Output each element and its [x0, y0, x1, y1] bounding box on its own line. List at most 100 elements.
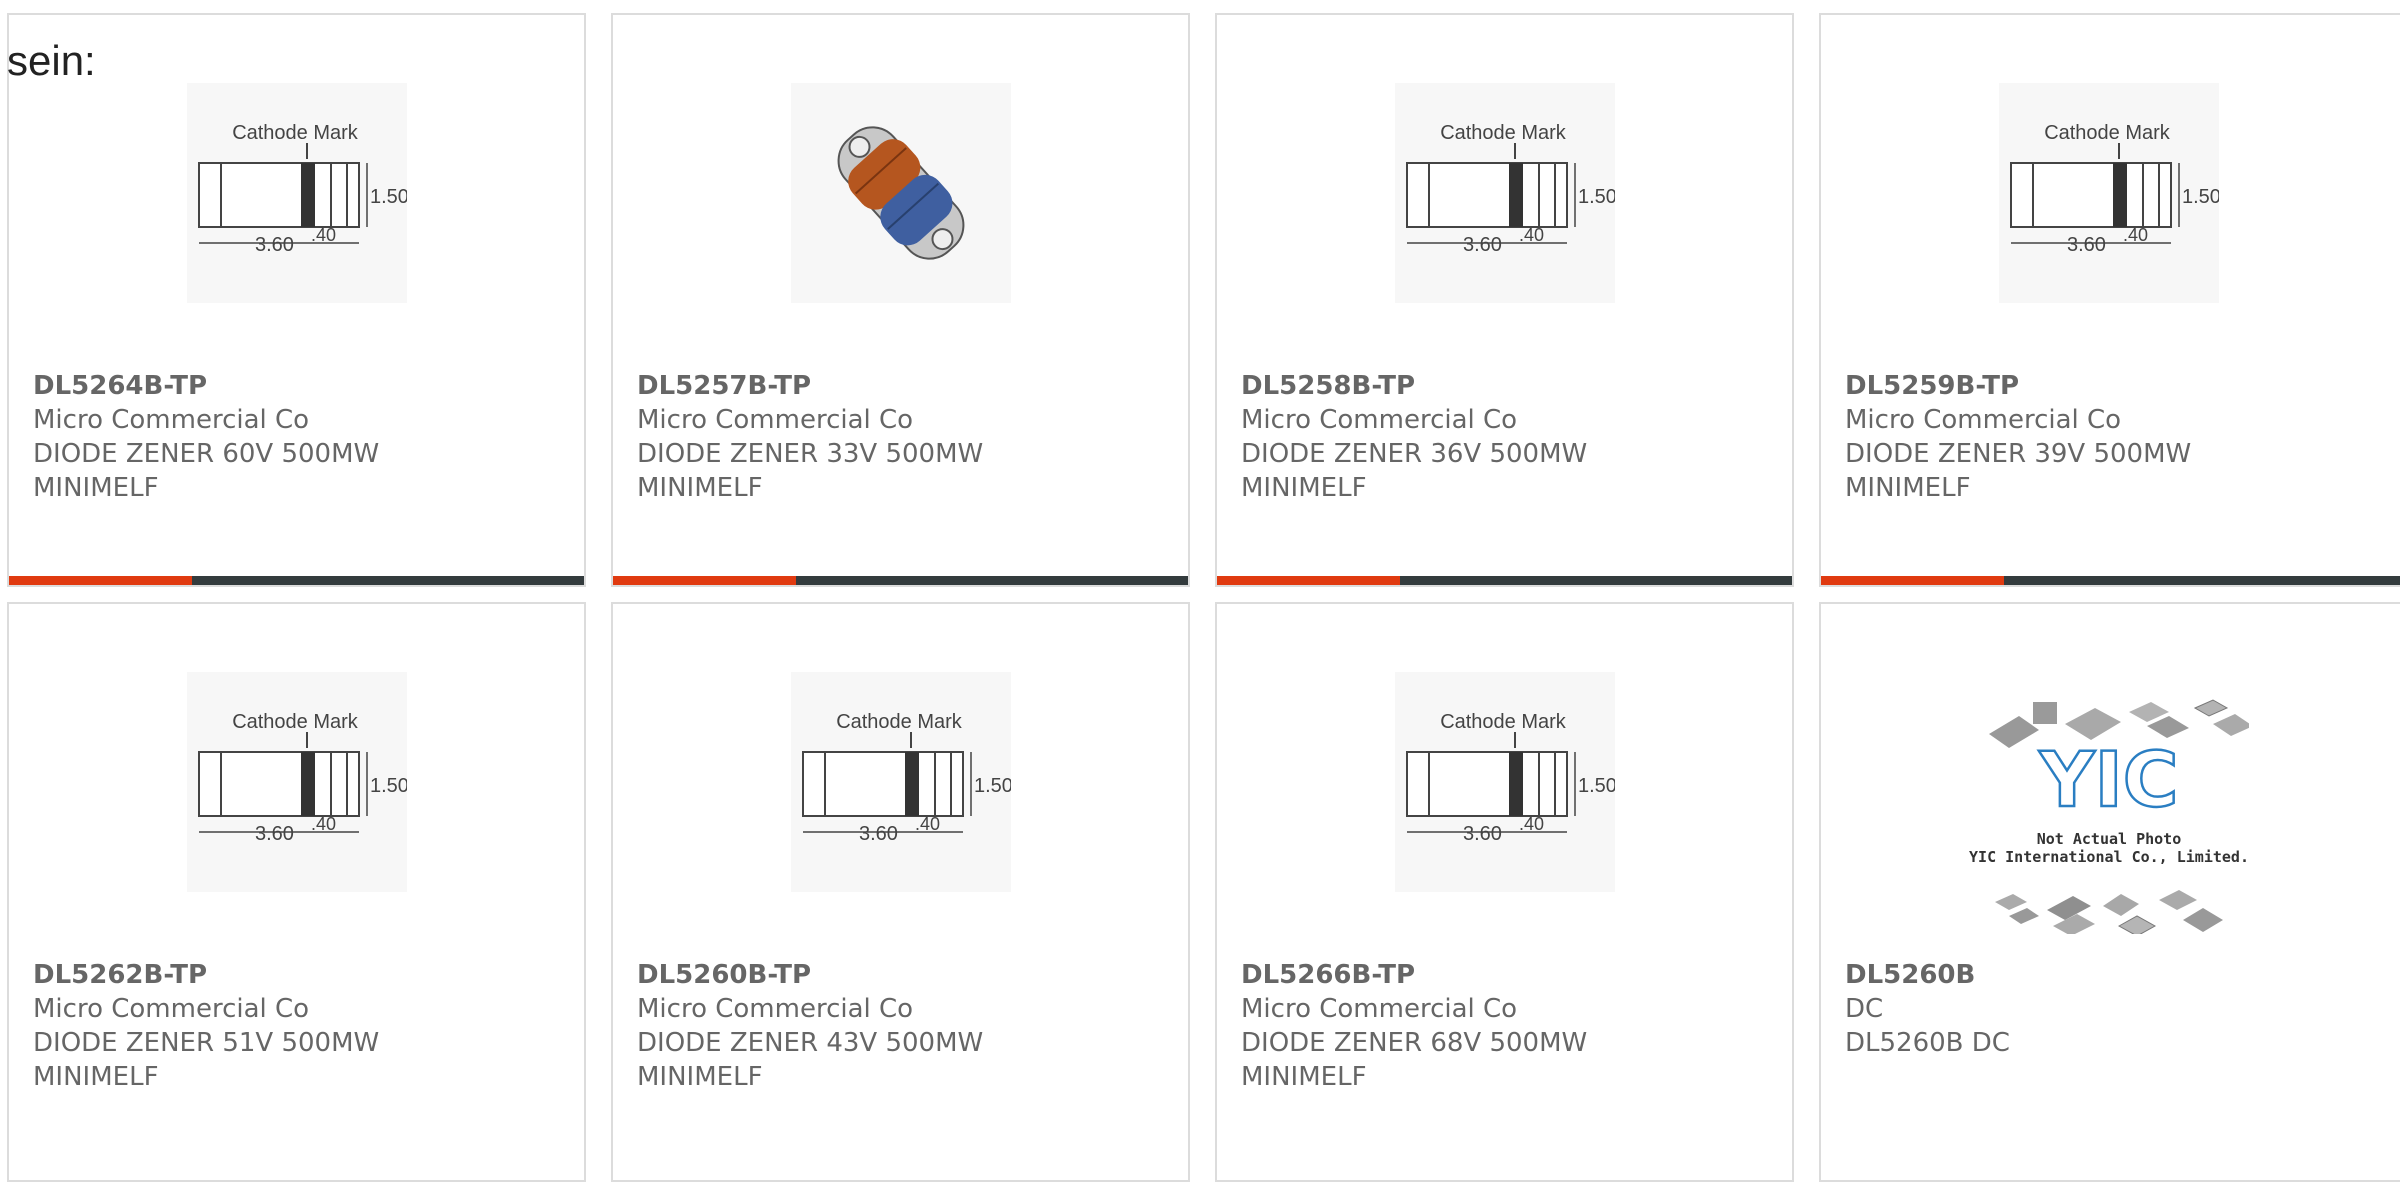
product-image[interactable]: Cathode Mark 1.50 3.60 .40	[9, 672, 584, 892]
package: MINIMELF	[1845, 473, 1971, 503]
description: DIODE ZENER 68V 500MW	[1241, 1028, 1588, 1058]
product-image[interactable]: Cathode Mark 1.50 3.60 .40	[1217, 672, 1792, 892]
manufacturer: DC	[1845, 994, 1884, 1024]
product-image[interactable]: Cathode Mark 1.50 3.60 .40	[9, 83, 584, 303]
height-label: 1.50	[370, 186, 407, 208]
part-number-link[interactable]: DL5260B	[1845, 958, 2392, 992]
manufacturer: Micro Commercial Co	[33, 994, 310, 1024]
product-info: DL5260B DC DL5260B DC	[1845, 958, 2392, 1060]
length-label: 3.60	[2067, 234, 2106, 256]
package: MINIMELF	[33, 473, 159, 503]
manufacturer: Micro Commercial Co	[1241, 994, 1518, 1024]
product-info: DL5259B-TP Micro Commercial Co DIODE ZEN…	[1845, 369, 2392, 505]
product-info: DL5260B-TP Micro Commercial Co DIODE ZEN…	[637, 958, 1178, 1094]
length-label: 3.60	[255, 234, 294, 256]
card-accent	[1217, 576, 1400, 585]
product-info: DL5266B-TP Micro Commercial Co DIODE ZEN…	[1241, 958, 1782, 1094]
product-info: DL5257B-TP Micro Commercial Co DIODE ZEN…	[637, 369, 1178, 505]
product-card[interactable]: Cathode Mark 1.50 3.60 .40 DL5262B-TP Mi…	[7, 602, 586, 1182]
band-label: .40	[311, 225, 336, 245]
product-image[interactable]: Cathode Mark 1.50 3.60 .40	[1821, 83, 2396, 303]
product-image[interactable]: YIC Not Actual Photo YIC International C…	[1821, 694, 2396, 934]
package: MINIMELF	[1241, 1062, 1367, 1092]
page-heading: sein:	[7, 37, 96, 84]
product-card[interactable]: Cathode Mark 1.50 3.60 .40 DL5266B-TP Mi…	[1215, 602, 1794, 1182]
band-label: .40	[1519, 225, 1544, 245]
yic-placeholder-icon: YIC Not Actual Photo YIC International C…	[1969, 699, 2249, 934]
package: MINIMELF	[637, 1062, 763, 1092]
card-bottom-bar	[1217, 576, 1792, 585]
cathode-mark-label: Cathode Mark	[1440, 122, 1567, 144]
description: DIODE ZENER 43V 500MW	[637, 1028, 984, 1058]
product-image[interactable]: Cathode Mark 1.50 3.60 .40	[1217, 83, 1792, 303]
height-label: 1.50	[370, 775, 407, 797]
manufacturer: Micro Commercial Co	[1241, 405, 1518, 435]
manufacturer: Micro Commercial Co	[637, 405, 914, 435]
height-label: 1.50	[1578, 186, 1615, 208]
length-label: 3.60	[1463, 234, 1502, 256]
product-card[interactable]: YIC Not Actual Photo YIC International C…	[1819, 602, 2400, 1182]
height-label: 1.50	[2182, 186, 2219, 208]
package: MINIMELF	[637, 473, 763, 503]
band-label: .40	[2123, 225, 2148, 245]
product-card[interactable]: Cathode Mark 1.50 3.60 .40 DL5259B-TP Mi…	[1819, 13, 2400, 587]
cathode-mark-label: Cathode Mark	[232, 711, 359, 733]
product-info: DL5262B-TP Micro Commercial Co DIODE ZEN…	[33, 958, 574, 1094]
card-accent	[9, 576, 192, 585]
package: MINIMELF	[33, 1062, 159, 1092]
cathode-mark-label: Cathode Mark	[2044, 122, 2171, 144]
length-label: 3.60	[255, 823, 294, 845]
product-grid: Cathode Mark 1.50 3.60 .40 DL5264B-TP Mi…	[0, 0, 2400, 1182]
minimelf-drawing-icon: Cathode Mark 1.50 3.60 .40	[186, 83, 407, 303]
card-accent	[613, 576, 796, 585]
product-card[interactable]: DL5257B-TP Micro Commercial Co DIODE ZEN…	[611, 13, 1190, 587]
product-card[interactable]: Cathode Mark 1.50 3.60 .40 DL5258B-TP Mi…	[1215, 13, 1794, 587]
manufacturer: Micro Commercial Co	[637, 994, 914, 1024]
description: DIODE ZENER 39V 500MW	[1845, 439, 2192, 469]
card-bottom-bar	[9, 576, 584, 585]
part-number-link[interactable]: DL5259B-TP	[1845, 369, 2392, 403]
part-number-link[interactable]: DL5264B-TP	[33, 369, 574, 403]
description: DIODE ZENER 51V 500MW	[33, 1028, 380, 1058]
minimelf-drawing-icon: Cathode Mark 1.50 3.60 .40	[790, 672, 1011, 892]
cathode-mark-label: Cathode Mark	[836, 711, 963, 733]
length-label: 3.60	[1463, 823, 1502, 845]
placeholder-caption-1: Not Actual Photo	[2036, 830, 2181, 848]
product-info: DL5264B-TP Micro Commercial Co DIODE ZEN…	[33, 369, 574, 505]
manufacturer: Micro Commercial Co	[1845, 405, 2122, 435]
height-label: 1.50	[974, 775, 1011, 797]
cathode-mark-label: Cathode Mark	[1440, 711, 1567, 733]
minimelf-drawing-icon: Cathode Mark 1.50 3.60 .40	[1394, 672, 1615, 892]
description: DL5260B DC	[1845, 1028, 2010, 1058]
part-number-link[interactable]: DL5260B-TP	[637, 958, 1178, 992]
manufacturer: Micro Commercial Co	[33, 405, 310, 435]
description: DIODE ZENER 33V 500MW	[637, 439, 984, 469]
part-number-link[interactable]: DL5262B-TP	[33, 958, 574, 992]
card-accent	[1821, 576, 2004, 585]
package: MINIMELF	[1241, 473, 1367, 503]
product-image[interactable]	[613, 83, 1188, 303]
card-bottom-bar	[1821, 576, 2400, 585]
yic-logo-icon: YIC	[2038, 735, 2178, 824]
product-image[interactable]: Cathode Mark 1.50 3.60 .40	[613, 672, 1188, 892]
length-label: 3.60	[859, 823, 898, 845]
minimelf-photo-icon	[790, 83, 1011, 303]
placeholder-caption-2: YIC International Co., Limited.	[1969, 848, 2249, 866]
product-card[interactable]: Cathode Mark 1.50 3.60 .40 DL5260B-TP Mi…	[611, 602, 1190, 1182]
product-info: DL5258B-TP Micro Commercial Co DIODE ZEN…	[1241, 369, 1782, 505]
product-card[interactable]: Cathode Mark 1.50 3.60 .40 DL5264B-TP Mi…	[7, 13, 586, 587]
minimelf-drawing-icon: Cathode Mark 1.50 3.60 .40	[186, 672, 407, 892]
minimelf-drawing-icon: Cathode Mark 1.50 3.60 .40	[1394, 83, 1615, 303]
band-label: .40	[311, 814, 336, 834]
part-number-link[interactable]: DL5258B-TP	[1241, 369, 1782, 403]
band-label: .40	[915, 814, 940, 834]
part-number-link[interactable]: DL5266B-TP	[1241, 958, 1782, 992]
description: DIODE ZENER 36V 500MW	[1241, 439, 1588, 469]
cathode-mark-label: Cathode Mark	[232, 122, 359, 144]
minimelf-drawing-icon: Cathode Mark 1.50 3.60 .40	[1998, 83, 2219, 303]
part-number-link[interactable]: DL5257B-TP	[637, 369, 1178, 403]
band-label: .40	[1519, 814, 1544, 834]
card-bottom-bar	[613, 576, 1188, 585]
description: DIODE ZENER 60V 500MW	[33, 439, 380, 469]
height-label: 1.50	[1578, 775, 1615, 797]
